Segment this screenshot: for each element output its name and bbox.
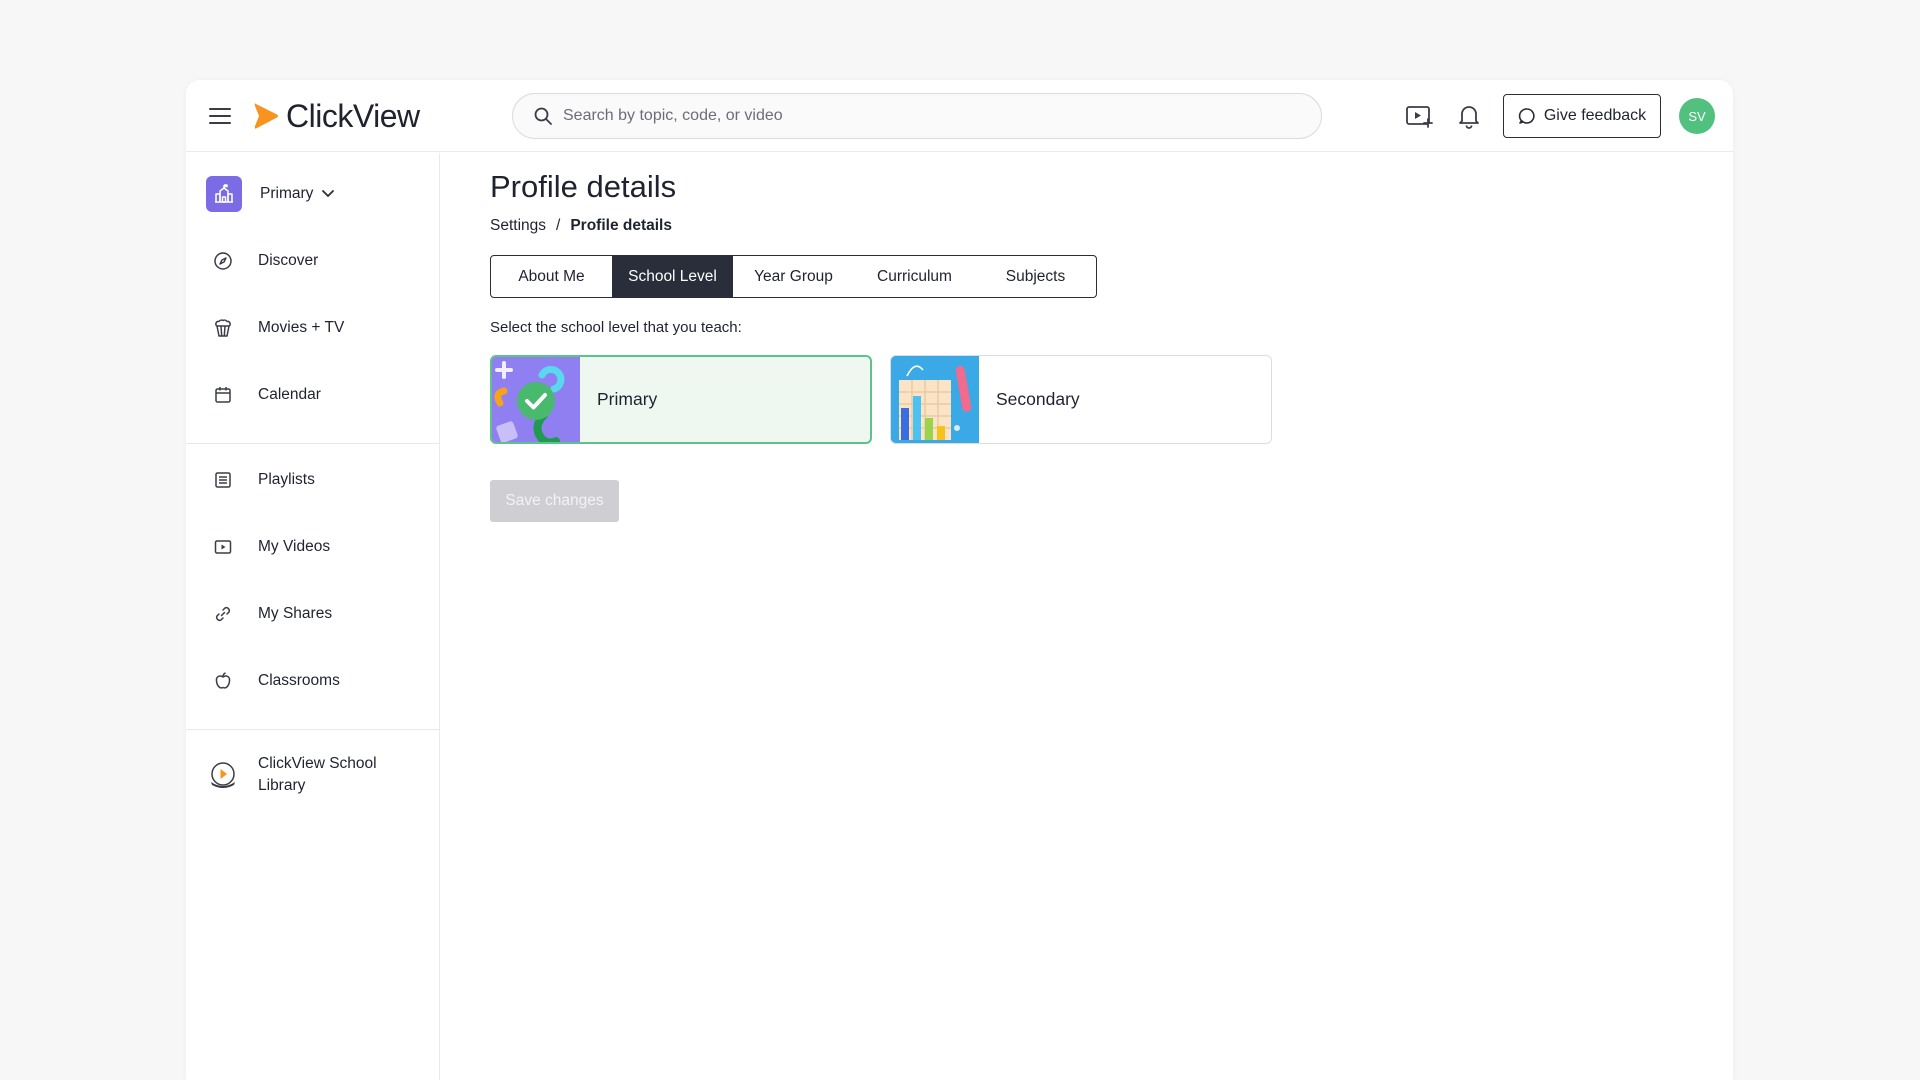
sidebar-item-movies-tv[interactable]: Movies + TV <box>206 308 426 348</box>
chat-bubble-icon <box>1518 108 1535 124</box>
breadcrumb-separator: / <box>556 217 561 234</box>
sidebar-item-my-videos[interactable]: My Videos <box>206 527 426 567</box>
sidebar-item-my-shares[interactable]: My Shares <box>206 594 426 634</box>
level-selector[interactable]: Primary <box>206 174 426 214</box>
search-input[interactable] <box>563 107 1303 125</box>
link-icon <box>206 597 240 631</box>
chevron-down-icon <box>322 190 335 198</box>
user-avatar[interactable]: SV <box>1679 98 1715 134</box>
school-level-prompt: Select the school level that you teach: <box>490 319 742 336</box>
tab-school-level[interactable]: School Level <box>612 256 733 297</box>
primary-illustration <box>492 357 580 442</box>
apple-icon <box>206 664 240 698</box>
school-library-logo-icon <box>206 758 240 792</box>
brand-name: ClickView <box>286 97 420 134</box>
popcorn-icon <box>206 311 240 345</box>
level-selector-label: Primary <box>260 185 314 202</box>
clickview-logo[interactable]: ClickView <box>252 98 420 134</box>
give-feedback-button[interactable]: Give feedback <box>1503 94 1661 138</box>
breadcrumb: Settings / Profile details <box>490 217 672 235</box>
sidebar-item-label: Classrooms <box>258 672 340 689</box>
sidebar-item-label: Movies + TV <box>258 319 345 336</box>
sidebar-item-label: Calendar <box>258 386 321 403</box>
option-primary-label: Primary <box>597 389 658 409</box>
save-changes-button[interactable]: Save changes <box>490 480 619 522</box>
list-icon <box>206 463 240 497</box>
add-video-icon[interactable] <box>1403 100 1435 132</box>
sidebar-divider <box>186 443 440 444</box>
option-primary[interactable]: Primary <box>490 355 872 444</box>
secondary-illustration <box>891 356 979 443</box>
sidebar-item-classrooms[interactable]: Classrooms <box>206 661 426 701</box>
tab-year-group[interactable]: Year Group <box>733 256 854 297</box>
tab-subjects[interactable]: Subjects <box>975 256 1096 297</box>
tab-curriculum[interactable]: Curriculum <box>854 256 975 297</box>
sidebar: Primary Discover Movies + TV Calendar Pl… <box>186 153 440 1080</box>
menu-icon[interactable] <box>206 102 234 130</box>
compass-icon <box>206 244 240 278</box>
sidebar-divider <box>186 729 440 730</box>
play-logo-icon <box>254 103 278 129</box>
library-label-line1: ClickView School <box>258 755 377 772</box>
search-bar[interactable] <box>512 93 1322 139</box>
library-label-line2: Library <box>258 777 306 794</box>
sidebar-item-discover[interactable]: Discover <box>206 241 426 281</box>
school-level-options: Primary Secondary <box>490 355 1272 444</box>
top-header: ClickView Give feedback SV <box>186 80 1733 152</box>
main-content: Profile details Settings / Profile detai… <box>440 153 1733 1080</box>
app-window: ClickView Give feedback SV Primary <box>186 80 1733 1080</box>
sidebar-item-label: My Videos <box>258 538 331 555</box>
bell-icon[interactable] <box>1453 100 1485 132</box>
sidebar-item-label: Discover <box>258 252 319 269</box>
sidebar-item-playlists[interactable]: Playlists <box>206 460 426 500</box>
video-icon <box>206 530 240 564</box>
option-secondary[interactable]: Secondary <box>890 355 1272 444</box>
page-title: Profile details <box>490 169 677 204</box>
sidebar-item-label: Playlists <box>258 471 315 488</box>
breadcrumb-current: Profile details <box>570 217 672 234</box>
tab-about-me[interactable]: About Me <box>491 256 612 297</box>
give-feedback-label: Give feedback <box>1543 107 1647 124</box>
sidebar-item-label: My Shares <box>258 605 333 622</box>
option-secondary-label: Secondary <box>996 389 1080 409</box>
school-icon <box>206 176 242 212</box>
sidebar-item-school-library[interactable]: ClickView School Library <box>206 749 426 801</box>
sidebar-item-calendar[interactable]: Calendar <box>206 375 426 415</box>
breadcrumb-settings[interactable]: Settings <box>490 217 546 235</box>
calendar-icon <box>206 378 240 412</box>
profile-tabs: About Me School Level Year Group Curricu… <box>490 255 1097 298</box>
search-icon <box>534 107 552 125</box>
